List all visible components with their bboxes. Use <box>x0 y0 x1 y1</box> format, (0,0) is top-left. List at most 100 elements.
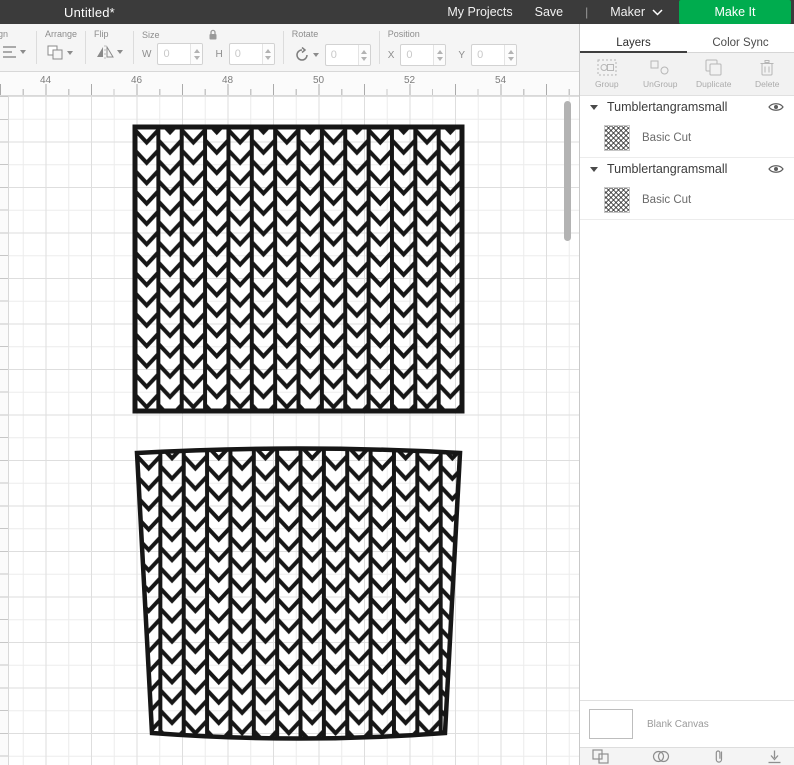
attach-button[interactable] <box>714 749 724 764</box>
layer-row[interactable]: Basic Cut <box>580 118 794 158</box>
rotate-section: Rotate 0 <box>292 24 371 71</box>
toolbar-separator <box>85 31 87 64</box>
layer-group-header[interactable]: Tumblertangramsmall <box>580 96 794 118</box>
y-field-label: Y <box>458 49 466 61</box>
weld-button[interactable] <box>652 750 670 763</box>
my-projects-link[interactable]: My Projects <box>447 5 512 19</box>
layer-thumbnail <box>604 124 630 151</box>
canvas-vertical-scrollbar[interactable] <box>564 99 572 759</box>
height-input[interactable]: 0 <box>228 43 275 65</box>
align-dropdown-button[interactable] <box>0 44 28 60</box>
flip-section: Flip <box>94 24 125 71</box>
flatten-button[interactable] <box>767 750 782 764</box>
header-divider: | <box>585 5 589 19</box>
delete-button[interactable]: Delete <box>741 53 794 95</box>
edit-toolbar: ign Arrange <box>0 24 579 72</box>
duplicate-icon <box>705 59 722 76</box>
vertical-ruler <box>0 96 9 765</box>
collapse-icon[interactable] <box>590 166 598 172</box>
toolbar-separator <box>282 31 284 64</box>
save-link[interactable]: Save <box>535 5 564 19</box>
flip-icon <box>97 45 114 59</box>
width-field-label: W <box>142 48 152 60</box>
toolbar-separator <box>133 31 135 64</box>
group-icon <box>597 59 617 76</box>
blank-canvas-label: Blank Canvas <box>647 718 709 730</box>
flip-dropdown-button[interactable] <box>94 44 125 60</box>
caret-down-icon <box>20 50 26 54</box>
chevron-pattern-rectangle[interactable] <box>132 124 465 414</box>
align-section: ign <box>0 24 28 71</box>
layer-row[interactable]: Basic Cut <box>580 180 794 220</box>
machine-selector[interactable]: Maker <box>610 5 663 19</box>
rotate-value: 0 <box>330 49 337 61</box>
position-y-value: 0 <box>477 49 484 61</box>
make-it-button[interactable]: Make It <box>679 0 791 24</box>
position-y-stepper[interactable] <box>504 45 517 65</box>
flatten-icon <box>768 750 781 763</box>
caret-down-icon <box>117 50 124 54</box>
attach-icon <box>715 750 722 763</box>
rotate-label: Rotate <box>291 29 319 39</box>
layer-type-label: Basic Cut <box>642 193 692 206</box>
width-stepper[interactable] <box>190 44 203 64</box>
ruler-major-ticks <box>0 84 579 95</box>
collapse-icon[interactable] <box>590 104 598 110</box>
duplicate-button-label: Duplicate <box>696 79 732 89</box>
slice-icon <box>592 749 609 764</box>
panel-tabs: Layers Color Sync <box>580 36 794 53</box>
horizontal-ruler: 44 46 48 50 52 54 <box>0 72 579 96</box>
toolbar-separator <box>36 31 37 64</box>
rotate-input[interactable]: 0 <box>324 44 371 66</box>
size-section: Size W 0 H 0 <box>142 24 275 71</box>
visibility-eye-icon[interactable] <box>768 102 784 112</box>
trash-icon <box>760 60 774 76</box>
layer-actions-bar: Group UnGroup Duplicate Delete <box>580 53 794 96</box>
width-input[interactable]: 0 <box>157 43 204 65</box>
weld-icon <box>653 750 670 763</box>
design-canvas[interactable] <box>0 96 579 765</box>
canvas-shapes <box>132 124 465 741</box>
flip-label: Flip <box>94 29 109 39</box>
delete-button-label: Delete <box>754 79 780 89</box>
caret-down-icon <box>67 50 73 55</box>
toolbar-separator <box>378 31 380 64</box>
layer-list: Tumblertangramsmall Basic Cut Tumblertan… <box>580 96 794 220</box>
position-y-input[interactable]: 0 <box>471 44 518 66</box>
align-label: ign <box>0 29 9 39</box>
slice-button[interactable] <box>592 749 609 764</box>
lock-icon[interactable] <box>208 29 218 41</box>
scrollbar-thumb[interactable] <box>564 101 571 241</box>
panel-bottom-toolbar <box>580 747 794 765</box>
layer-type-label: Basic Cut <box>642 131 692 144</box>
height-field-label: H <box>215 48 223 60</box>
arrange-dropdown-button[interactable] <box>45 44 75 61</box>
layer-group-header[interactable]: Tumblertangramsmall <box>580 158 794 180</box>
tab-layers[interactable]: Layers <box>580 36 687 53</box>
size-label: Size <box>142 29 160 40</box>
position-x-input[interactable]: 0 <box>400 44 447 66</box>
group-button[interactable]: Group <box>580 53 634 95</box>
tab-color-sync[interactable]: Color Sync <box>687 36 794 53</box>
rotate-stepper[interactable] <box>357 45 370 65</box>
blank-canvas-swatch[interactable] <box>589 709 633 739</box>
rotate-icon <box>296 47 308 61</box>
header-nav: My Projects Save | Maker Make It <box>447 0 794 24</box>
rotate-button[interactable] <box>292 46 321 64</box>
position-section: Position X 0 Y 0 <box>387 24 518 71</box>
position-x-stepper[interactable] <box>433 45 446 65</box>
layer-group-name: Tumblertangramsmall <box>607 100 728 114</box>
ungroup-icon <box>650 60 669 75</box>
duplicate-button[interactable]: Duplicate <box>687 53 741 95</box>
ungroup-button[interactable]: UnGroup <box>634 53 688 95</box>
position-x-value: 0 <box>406 49 413 61</box>
document-title[interactable]: Untitled* <box>64 5 115 20</box>
layer-thumbnail <box>604 186 630 213</box>
visibility-eye-icon[interactable] <box>768 164 784 174</box>
layer-group-name: Tumblertangramsmall <box>607 162 728 176</box>
align-icon <box>3 46 16 58</box>
machine-label: Maker <box>610 5 645 19</box>
height-stepper[interactable] <box>261 44 274 64</box>
chevron-pattern-tumbler-wrap[interactable] <box>134 446 463 741</box>
x-field-label: X <box>387 49 395 61</box>
